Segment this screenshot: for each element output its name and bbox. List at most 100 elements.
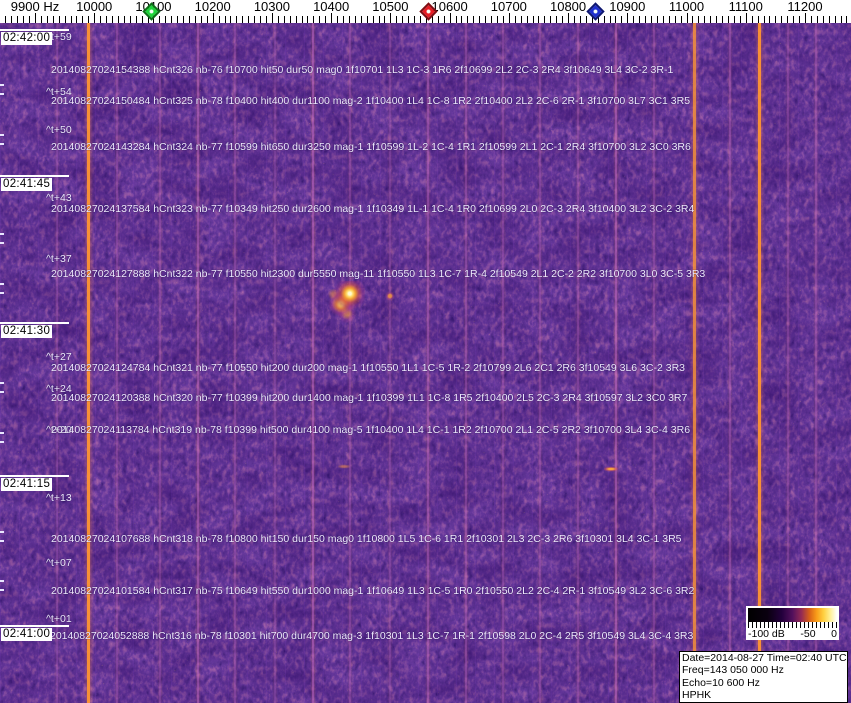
detection-record: 20140827024137584 hCnt323 nb-77 f10349 h… (51, 203, 695, 215)
info-line: HPHK (682, 689, 712, 702)
ruler-minor-tick (520, 16, 522, 23)
ruler-minor-tick (23, 16, 25, 23)
info-line: Echo=10 600 Hz (682, 676, 760, 689)
detection-tag: ^t+01 (46, 613, 72, 625)
ruler-minor-tick (455, 16, 457, 23)
ruler-minor-tick (662, 16, 664, 23)
ruler-major-tick (271, 13, 273, 23)
time-tick-line (0, 175, 69, 177)
ruler-minor-tick (307, 16, 309, 23)
ruler-minor-tick (171, 16, 173, 23)
ruler-major-tick (212, 13, 214, 23)
ruler-minor-tick (40, 16, 42, 23)
meteor-echo-main (325, 281, 365, 323)
ruler-minor-tick (585, 16, 587, 23)
ruler-minor-tick (467, 16, 469, 23)
ruler-minor-tick (722, 16, 724, 23)
time-minor-tick (0, 589, 4, 591)
ruler-minor-tick (550, 16, 552, 23)
time-label: 02:42:00 (1, 32, 53, 45)
ruler-minor-tick (668, 16, 670, 23)
frequency-tick-label: 10900 (609, 0, 646, 14)
time-label: 02:41:30 (1, 325, 53, 338)
frequency-tick-label: 10800 (549, 0, 587, 14)
ruler-minor-tick (325, 16, 327, 23)
ruler-major-tick (94, 13, 96, 23)
ruler-minor-tick (141, 16, 143, 23)
time-minor-tick (0, 432, 4, 434)
time-tick-line (0, 475, 69, 477)
ruler-minor-tick (408, 16, 410, 23)
ruler-minor-tick (793, 16, 795, 23)
ruler-minor-tick (840, 16, 842, 23)
frequency-ruler: 9900 Hz100001010010200103001040010500106… (0, 0, 851, 23)
ruler-minor-tick (544, 16, 546, 23)
ruler-minor-tick (787, 16, 789, 23)
ruler-minor-tick (538, 16, 540, 23)
echo-streak-faint (338, 464, 350, 469)
ruler-minor-tick (615, 16, 617, 23)
ruler-minor-tick (402, 16, 404, 23)
time-minor-tick (0, 391, 4, 393)
db-scale-label: 0 (831, 628, 837, 640)
time-minor-tick (0, 84, 4, 86)
ruler-minor-tick (123, 16, 125, 23)
ruler-minor-tick (183, 16, 185, 23)
ruler-minor-tick (609, 16, 611, 23)
ruler-minor-tick (378, 16, 380, 23)
ruler-minor-tick (384, 16, 386, 23)
frequency-tick-label: 10000 (76, 0, 113, 14)
time-label: 02:41:00 (1, 628, 53, 641)
time-minor-tick (0, 382, 4, 384)
blue-diamond-marker[interactable] (586, 2, 605, 21)
detection-record: 20140827024124784 hCnt321 nb-77 f10550 h… (51, 362, 685, 374)
detection-record: 20140827024052888 hCnt316 nb-78 f10301 h… (50, 630, 694, 642)
ruler-major-tick (568, 13, 570, 23)
ruler-minor-tick (692, 16, 694, 23)
ruler-major-tick (390, 13, 392, 23)
detection-tag: ^t+13 (46, 492, 72, 504)
ruler-minor-tick (639, 16, 641, 23)
ruler-minor-tick (834, 16, 836, 23)
frequency-tick-label: 10300 (253, 0, 290, 14)
ruler-minor-tick (532, 16, 534, 23)
ruler-minor-tick (656, 16, 658, 23)
carrier-line (815, 23, 817, 703)
ruler-major-tick (627, 13, 629, 23)
ruler-minor-tick (188, 16, 190, 23)
ruler-major-tick (35, 13, 36, 23)
ruler-minor-tick (366, 16, 368, 23)
ruler-minor-tick (354, 16, 356, 23)
ruler-minor-tick (562, 16, 564, 23)
ruler-minor-tick (135, 16, 137, 23)
ruler-minor-tick (372, 16, 374, 23)
ruler-minor-tick (248, 16, 250, 23)
ruler-minor-tick (206, 16, 208, 23)
frequency-tick-label: 11000 (668, 0, 705, 14)
ruler-minor-tick (645, 16, 647, 23)
detection-tag: ^t+37 (46, 253, 72, 265)
frequency-tick-label: 10400 (313, 0, 350, 14)
ruler-minor-tick (348, 16, 350, 23)
ruler-minor-tick (289, 16, 291, 23)
ruler-minor-tick (129, 16, 131, 23)
ruler-minor-tick (461, 16, 463, 23)
ruler-minor-tick (224, 16, 226, 23)
ruler-minor-tick (816, 16, 818, 23)
ruler-minor-tick (763, 16, 765, 23)
ruler-minor-tick (479, 16, 481, 23)
ruler-minor-tick (633, 16, 635, 23)
ruler-minor-tick (360, 16, 362, 23)
ruler-minor-tick (674, 16, 676, 23)
ruler-minor-tick (733, 16, 735, 23)
ruler-minor-tick (260, 16, 262, 23)
ruler-minor-tick (680, 16, 682, 23)
ruler-minor-tick (295, 16, 297, 23)
time-tick-line (0, 29, 69, 31)
frequency-tick-label: 9900 Hz (10, 0, 60, 14)
ruler-minor-tick (342, 16, 344, 23)
time-minor-tick (0, 441, 4, 443)
ruler-minor-tick (704, 16, 706, 23)
info-line: Freq=143 050 000 Hz (682, 664, 784, 677)
ruler-minor-tick (775, 16, 777, 23)
